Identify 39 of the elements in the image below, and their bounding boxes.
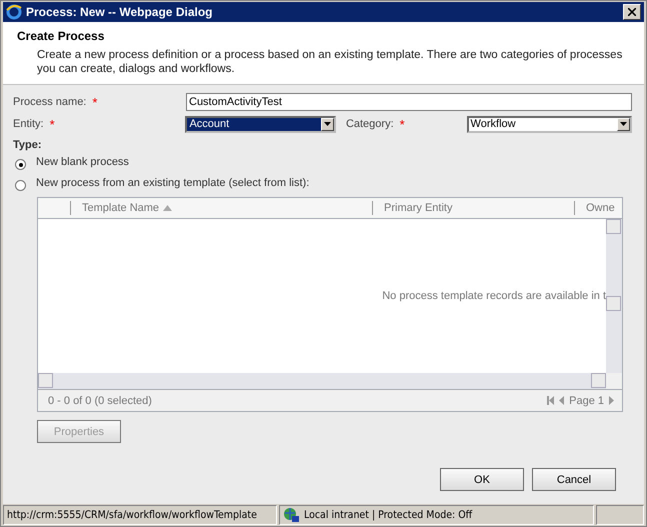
page-number: Page 1: [569, 394, 604, 406]
field-label: Entity:: [13, 118, 44, 130]
column-header[interactable]: Template Name: [70, 201, 372, 215]
status-url: http://crm:5555/CRM/sfa/workflow/workflowTemplate: [3, 505, 277, 525]
close-icon: [628, 8, 636, 16]
column-header[interactable]: Owne: [574, 201, 620, 215]
globe-icon: [283, 507, 299, 523]
dialog-button[interactable]: Cancel: [532, 468, 616, 491]
type-label: Type:: [13, 139, 43, 151]
process-name-field[interactable]: CustomActivityTest: [186, 93, 632, 111]
dropdown[interactable]: Workflow: [466, 116, 632, 132]
status-zone: Local intranet | Protected Mode: Off: [279, 505, 594, 525]
empty-message: No process template records are available in t: [382, 290, 606, 302]
horizontal-scrollbar[interactable]: [38, 373, 606, 389]
required-mark: *: [92, 94, 98, 110]
radio-label: New process from an existing template (select from list):: [36, 176, 310, 188]
window-title: Process: New -- Webpage Dialog: [26, 5, 214, 19]
browser-icon: [6, 4, 22, 20]
radio-button[interactable]: [15, 180, 26, 191]
previous-page-icon[interactable]: [559, 396, 564, 405]
dialog-button[interactable]: OK: [440, 468, 524, 491]
next-page-icon[interactable]: [609, 396, 614, 405]
radio-button[interactable]: [15, 159, 26, 170]
required-mark: *: [400, 116, 405, 132]
required-mark: *: [50, 116, 55, 132]
dropdown-arrow-icon: [620, 122, 628, 126]
first-page-icon[interactable]: [547, 396, 554, 405]
sort-ascending-icon: [163, 205, 172, 211]
vertical-scrollbar[interactable]: [606, 219, 622, 389]
dialog-description: Create a new process definition or a process based on an existing template. There are two categories of processes you can create, dialogs and workflows.: [36, 48, 624, 76]
dropdown[interactable]: Account: [185, 116, 336, 132]
field-label: Category:: [346, 118, 394, 130]
dropdown-arrow-icon: [324, 122, 331, 126]
field-label: Process name:: [13, 96, 86, 108]
close-button[interactable]: [623, 4, 641, 20]
dialog-heading: Create Process: [17, 29, 106, 43]
record-count: 0 - 0 of 0 (0 selected): [48, 394, 152, 406]
radio-label: New blank process: [36, 156, 129, 168]
column-header[interactable]: Primary Entity: [372, 201, 574, 215]
